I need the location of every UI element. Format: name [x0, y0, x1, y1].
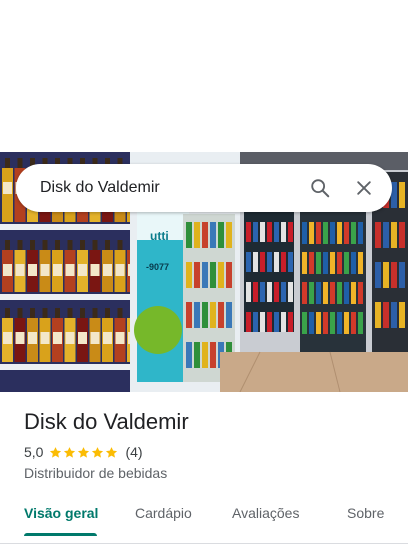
star-icon — [78, 446, 90, 458]
place-tabs: Visão geral Cardápio Avaliações Sobre — [0, 494, 408, 544]
place-category: Distribuidor de bebidas — [24, 465, 168, 481]
close-icon — [357, 181, 371, 195]
search-icon — [311, 179, 330, 198]
tab-about[interactable]: Sobre — [347, 505, 384, 521]
close-button[interactable] — [342, 164, 386, 212]
tab-menu[interactable]: Cardápio — [135, 505, 192, 521]
search-button[interactable] — [298, 164, 342, 212]
star-icon — [64, 446, 76, 458]
tab-reviews[interactable]: Avaliações — [232, 505, 299, 521]
star-icon — [50, 446, 62, 458]
search-input[interactable]: Disk do Valdemir — [16, 179, 298, 197]
review-count[interactable]: (4) — [125, 444, 142, 460]
rating-stars — [49, 446, 119, 459]
rating-row[interactable]: 5,0 (4) — [24, 444, 143, 460]
search-bar[interactable]: Disk do Valdemir — [16, 164, 392, 212]
star-icon — [106, 446, 118, 458]
active-tab-indicator — [24, 533, 97, 536]
fridge-sign-text: utti — [150, 229, 169, 243]
tab-overview[interactable]: Visão geral — [24, 505, 98, 521]
fridge-phone-text: -9077 — [146, 262, 169, 272]
rating-value: 5,0 — [24, 444, 44, 460]
star-icon — [92, 446, 104, 458]
place-title: Disk do Valdemir — [24, 409, 189, 434]
